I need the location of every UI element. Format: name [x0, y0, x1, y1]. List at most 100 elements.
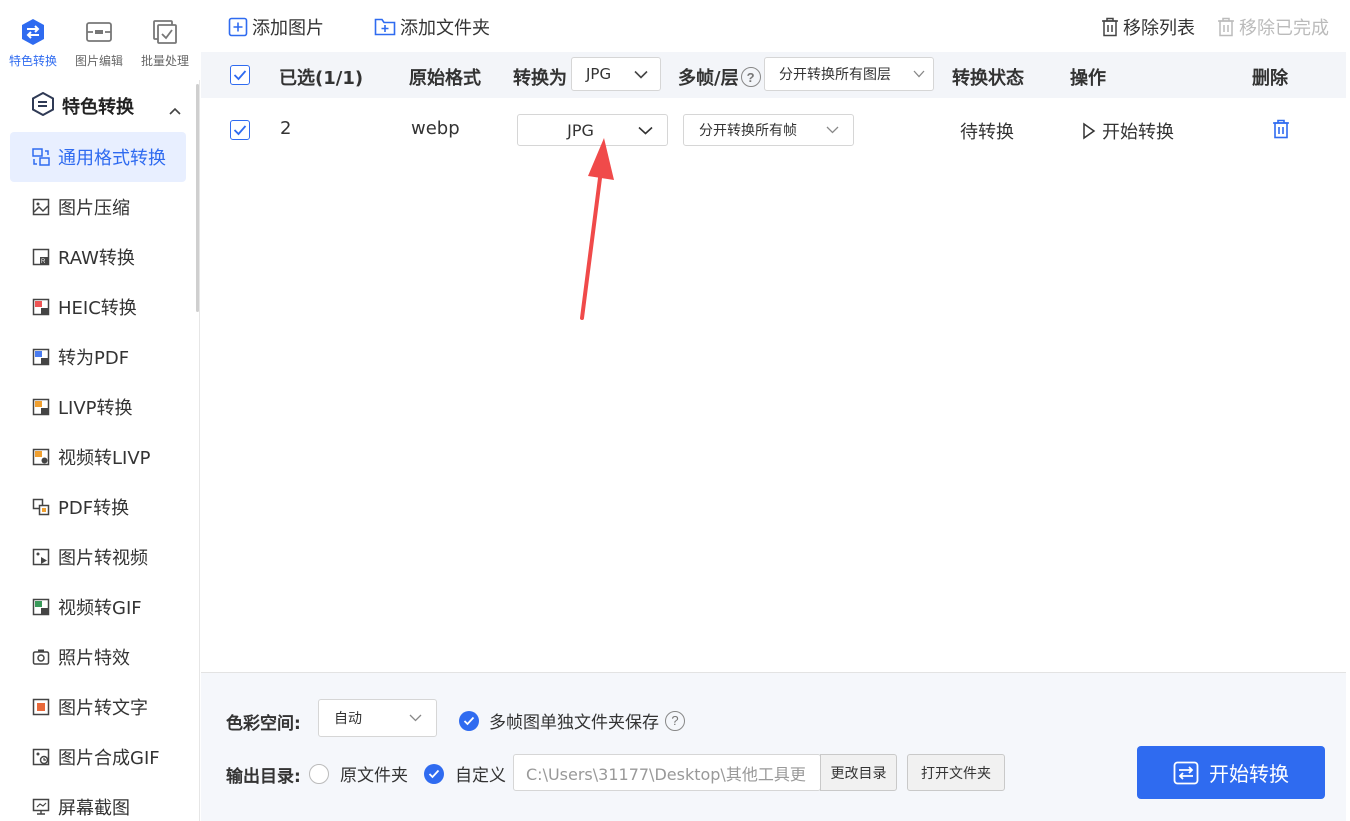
add-image-icon — [228, 17, 248, 37]
checked-circle-icon[interactable] — [459, 710, 479, 731]
sidebar-item-video-to-gif[interactable]: 视频转GIF — [0, 582, 199, 632]
color-space-select[interactable]: 自动 — [318, 699, 437, 737]
sidebar-item-label: 图片转视频 — [58, 548, 148, 569]
chevron-down-icon — [826, 126, 839, 134]
start-convert-button[interactable]: 开始转换 — [1137, 746, 1325, 799]
help-icon[interactable]: ? — [740, 67, 761, 87]
sidebar-item-label: 照片特效 — [58, 648, 130, 669]
sidebar-item-to-pdf[interactable]: 转为PDF — [0, 332, 199, 382]
custom-folder-option[interactable]: 自定义 — [424, 761, 506, 786]
hexagon-swap-icon — [32, 91, 54, 120]
header-multiframe-label: 多帧/层 — [678, 68, 739, 89]
color-space-label: 色彩空间: — [226, 714, 301, 734]
row-delete-button[interactable] — [1272, 119, 1290, 139]
table-header: 已选(1/1) 原始格式 转换为 JPG 多帧/层 ? 分开转换所有图层 转换状… — [201, 52, 1346, 98]
sidebar-item-raw[interactable]: R RAW转换 — [0, 232, 199, 282]
sidebar-item-compose-gif[interactable]: 图片合成GIF — [0, 732, 199, 782]
table-row: 2 webp JPG 分开转换所有帧 待转换 开始转换 — [201, 98, 1346, 160]
row-start-convert-button[interactable]: 开始转换 — [1082, 118, 1174, 144]
sidebar-item-photo-effects[interactable]: 照片特效 — [0, 632, 199, 682]
select-all-checkbox[interactable] — [230, 65, 250, 85]
sidebar-item-general-format[interactable]: 通用格式转换 — [10, 132, 186, 182]
compose-gif-icon — [32, 748, 50, 766]
sidebar-item-label: 图片压缩 — [58, 198, 130, 219]
row-start-convert-label: 开始转换 — [1102, 122, 1174, 143]
output-dir-label: 输出目录: — [226, 767, 301, 787]
format-convert-icon — [32, 148, 50, 166]
header-status: 转换状态 — [952, 68, 1024, 89]
sidebar-item-livp[interactable]: LIVP转换 — [0, 382, 199, 432]
sidebar-item-heic[interactable]: HEIC转换 — [0, 282, 199, 332]
image-video-icon — [32, 548, 50, 566]
sidebar-item-label: RAW转换 — [58, 248, 135, 269]
tab-feature-convert[interactable]: 特色转换 — [0, 0, 66, 80]
remove-list-label: 移除列表 — [1123, 18, 1195, 39]
header-convert-to: 转换为 — [513, 68, 567, 89]
header-action: 操作 — [1070, 68, 1106, 89]
open-folder-button[interactable]: 打开文件夹 — [907, 754, 1005, 791]
sidebar-item-pdf-convert[interactable]: PDF转换 — [0, 482, 199, 532]
row-convert-to-select[interactable]: JPG — [517, 114, 668, 146]
multiframe-all-select[interactable]: 分开转换所有图层 — [764, 57, 934, 91]
video-gif-icon — [32, 598, 50, 616]
original-folder-option[interactable]: 原文件夹 — [309, 761, 408, 786]
sidebar-item-image-to-text[interactable]: 图片转文字 — [0, 682, 199, 732]
pdf-convert-icon — [32, 498, 50, 516]
chevron-down-icon — [638, 126, 653, 135]
output-settings-panel: 色彩空间: 自动 多帧图单独文件夹保存 ? 输出目录: 原文件夹 自定义 C:\… — [201, 672, 1346, 821]
sidebar-item-label: 图片转文字 — [58, 698, 148, 719]
multiframe-folder-option[interactable]: 多帧图单独文件夹保存 ? — [459, 708, 685, 733]
select-value: 分开转换所有图层 — [779, 67, 891, 83]
select-value: JPG — [586, 65, 612, 83]
select-value: 分开转换所有帧 — [699, 123, 797, 139]
tab-image-edit[interactable]: 图片编辑 — [66, 0, 132, 80]
swap-circle-icon — [19, 18, 47, 46]
sidebar-item-label: LIVP转换 — [58, 398, 133, 419]
mode-tabs: 特色转换 图片编辑 批量处理 — [0, 0, 200, 80]
sidebar-item-label: 屏幕截图 — [58, 798, 130, 819]
annotation-arrow-icon — [580, 138, 614, 320]
sidebar-item-label: HEIC转换 — [58, 298, 137, 319]
sidebar-item-compress[interactable]: 图片压缩 — [0, 182, 199, 232]
tab-batch-process[interactable]: 批量处理 — [132, 0, 198, 80]
convert-to-all-select[interactable]: JPG — [571, 57, 661, 91]
sidebar-item-label: 视频转LIVP — [58, 448, 151, 469]
add-image-button[interactable]: 添加图片 — [228, 14, 324, 40]
add-image-label: 添加图片 — [252, 18, 324, 39]
header-delete: 删除 — [1252, 68, 1288, 89]
remove-completed-label: 移除已完成 — [1239, 18, 1329, 39]
add-folder-button[interactable]: 添加文件夹 — [374, 14, 490, 40]
batch-check-icon — [151, 18, 179, 46]
sidebar-item-label: 图片合成GIF — [58, 748, 160, 769]
remove-list-button[interactable]: 移除列表 — [1101, 14, 1195, 40]
sidebar-item-screenshot[interactable]: 屏幕截图 — [0, 782, 199, 821]
remove-completed-button[interactable]: 移除已完成 — [1217, 14, 1329, 40]
ocr-icon — [32, 698, 50, 716]
tab-label: 批量处理 — [140, 54, 189, 68]
svg-text:R: R — [41, 259, 46, 265]
screenshot-icon — [32, 798, 50, 816]
output-path-input[interactable]: C:\Users\31177\Desktop\其他工具更 — [513, 754, 821, 791]
row-multiframe-select[interactable]: 分开转换所有帧 — [683, 114, 854, 146]
heic-file-icon — [32, 298, 50, 316]
change-dir-button[interactable]: 更改目录 — [820, 754, 897, 791]
sidebar-item-video-to-livp[interactable]: 视频转LIVP — [0, 432, 199, 482]
row-checkbox[interactable] — [230, 120, 250, 140]
trash-icon — [1272, 119, 1290, 139]
sidebar-section-header[interactable]: 特色转换 — [0, 80, 199, 132]
radio-unchecked-icon[interactable] — [309, 763, 329, 784]
toolbar: 添加图片 添加文件夹 移除列表 移除已完成 — [201, 0, 1350, 52]
checked-circle-icon[interactable] — [424, 763, 444, 784]
chevron-up-icon[interactable] — [169, 100, 181, 119]
sidebar-section-title: 特色转换 — [62, 97, 134, 118]
start-convert-label: 开始转换 — [1209, 762, 1289, 786]
sidebar-item-image-to-video[interactable]: 图片转视频 — [0, 532, 199, 582]
help-icon[interactable]: ? — [665, 710, 685, 731]
select-value: 自动 — [334, 711, 362, 727]
trash-icon — [1101, 17, 1119, 37]
sidebar-item-label: 转为PDF — [58, 348, 130, 369]
sidebar-item-label: 通用格式转换 — [58, 148, 166, 169]
output-path-value: C:\Users\31177\Desktop\其他工具更 — [526, 764, 806, 784]
header-original-format: 原始格式 — [409, 68, 481, 89]
custom-folder-label: 自定义 — [455, 766, 506, 786]
